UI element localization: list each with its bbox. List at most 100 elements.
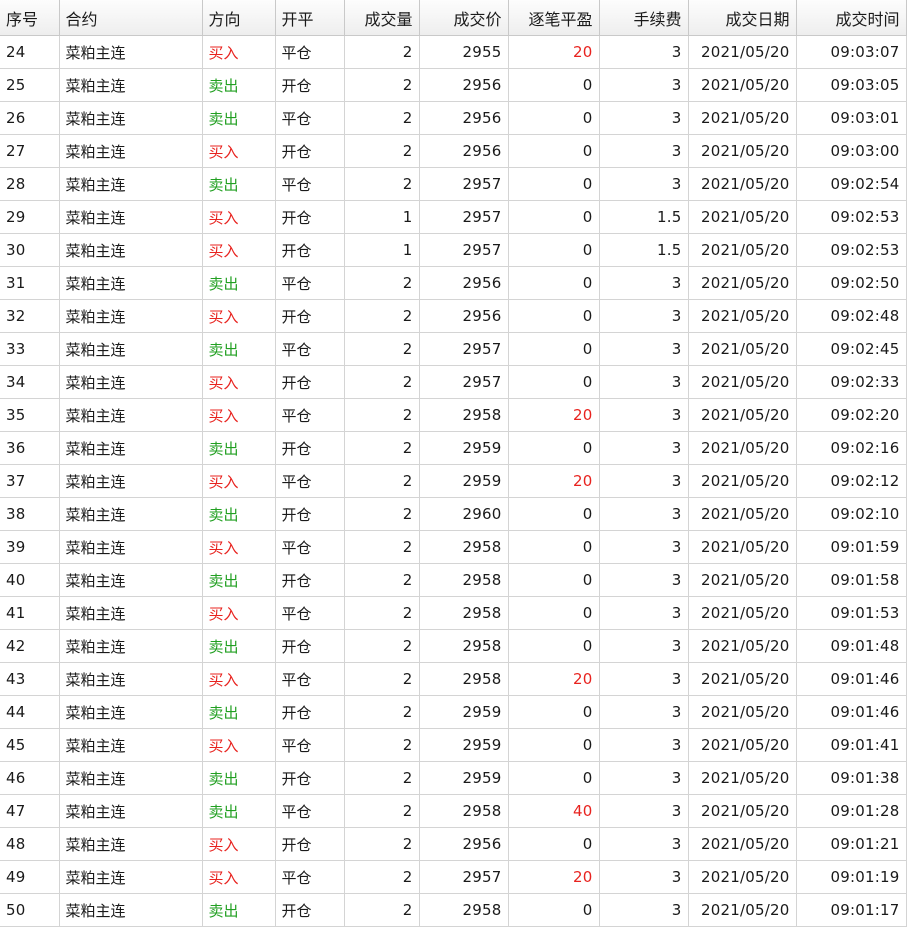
table-row[interactable]: 50 菜粕主连 卖出 开仓 2 2958 0 3 2021/05/20 09:01:17 xyxy=(0,893,907,927)
cell-direction: 卖出 xyxy=(202,497,276,531)
table-row[interactable]: 37 菜粕主连 买入 平仓 2 2959 20 3 2021/05/20 09:02:12 xyxy=(0,464,907,498)
table-row[interactable]: 29 菜粕主连 买入 开仓 1 2957 0 1.5 2021/05/20 09:02:53 xyxy=(0,200,907,234)
table-row[interactable]: 26 菜粕主连 卖出 平仓 2 2956 0 3 2021/05/20 09:03:01 xyxy=(0,101,907,135)
cell-time: 09:02:50 xyxy=(796,266,907,300)
cell-open-close: 开仓 xyxy=(275,299,345,333)
table-row[interactable]: 49 菜粕主连 买入 平仓 2 2957 20 3 2021/05/20 09:01:19 xyxy=(0,860,907,894)
table-row[interactable]: 27 菜粕主连 买入 开仓 2 2956 0 3 2021/05/20 09:03:00 xyxy=(0,134,907,168)
cell-id: 48 xyxy=(0,827,60,861)
column-header-fee[interactable]: 手续费 xyxy=(599,0,689,36)
cell-contract: 菜粕主连 xyxy=(59,365,203,399)
cell-direction: 买入 xyxy=(202,596,276,630)
cell-id: 26 xyxy=(0,101,60,135)
table-row[interactable]: 36 菜粕主连 卖出 开仓 2 2959 0 3 2021/05/20 09:02:16 xyxy=(0,431,907,465)
cell-fee: 3 xyxy=(599,596,689,630)
cell-id: 29 xyxy=(0,200,60,234)
cell-direction: 买入 xyxy=(202,299,276,333)
header-row: 序号 合约 方向 开平 成交量 成交价 逐笔平盈 手续费 成交日期 成交时间 xyxy=(0,0,907,36)
cell-price: 2958 xyxy=(419,530,509,564)
table-row[interactable]: 25 菜粕主连 卖出 开仓 2 2956 0 3 2021/05/20 09:03:05 xyxy=(0,68,907,102)
table-row[interactable]: 47 菜粕主连 卖出 平仓 2 2958 40 3 2021/05/20 09:01:28 xyxy=(0,794,907,828)
table-row[interactable]: 45 菜粕主连 买入 平仓 2 2959 0 3 2021/05/20 09:01:41 xyxy=(0,728,907,762)
cell-fee: 3 xyxy=(599,365,689,399)
column-header-contract[interactable]: 合约 xyxy=(59,0,203,36)
table-row[interactable]: 28 菜粕主连 卖出 平仓 2 2957 0 3 2021/05/20 09:02:54 xyxy=(0,167,907,201)
cell-time: 09:01:28 xyxy=(796,794,907,828)
cell-id: 30 xyxy=(0,233,60,267)
cell-id: 40 xyxy=(0,563,60,597)
cell-open-close: 开仓 xyxy=(275,761,345,795)
cell-time: 09:01:48 xyxy=(796,629,907,663)
cell-volume: 2 xyxy=(344,332,420,366)
column-header-time[interactable]: 成交时间 xyxy=(796,0,907,36)
cell-fee: 3 xyxy=(599,695,689,729)
table-row[interactable]: 42 菜粕主连 卖出 开仓 2 2958 0 3 2021/05/20 09:01:48 xyxy=(0,629,907,663)
cell-date: 2021/05/20 xyxy=(688,794,797,828)
trade-records-grid: 序号 合约 方向 开平 成交量 成交价 逐笔平盈 手续费 成交日期 成交时间 2… xyxy=(0,0,907,932)
cell-open-close: 平仓 xyxy=(275,167,345,201)
column-header-pnl[interactable]: 逐笔平盈 xyxy=(508,0,600,36)
table-row[interactable]: 31 菜粕主连 卖出 平仓 2 2956 0 3 2021/05/20 09:02:50 xyxy=(0,266,907,300)
column-header-date[interactable]: 成交日期 xyxy=(688,0,797,36)
cell-pnl: 0 xyxy=(508,68,600,102)
column-header-price[interactable]: 成交价 xyxy=(419,0,509,36)
cell-time: 09:03:00 xyxy=(796,134,907,168)
cell-price: 2959 xyxy=(419,728,509,762)
table-row[interactable]: 48 菜粕主连 买入 开仓 2 2956 0 3 2021/05/20 09:01:21 xyxy=(0,827,907,861)
table-row[interactable]: 30 菜粕主连 买入 开仓 1 2957 0 1.5 2021/05/20 09:02:53 xyxy=(0,233,907,267)
cell-date: 2021/05/20 xyxy=(688,200,797,234)
cell-id: 46 xyxy=(0,761,60,795)
cell-fee: 3 xyxy=(599,266,689,300)
table-row[interactable]: 39 菜粕主连 买入 平仓 2 2958 0 3 2021/05/20 09:01:59 xyxy=(0,530,907,564)
cell-open-close: 平仓 xyxy=(275,530,345,564)
cell-time: 09:01:38 xyxy=(796,761,907,795)
table-row[interactable]: 33 菜粕主连 卖出 平仓 2 2957 0 3 2021/05/20 09:02:45 xyxy=(0,332,907,366)
table-row[interactable]: 24 菜粕主连 买入 平仓 2 2955 20 3 2021/05/20 09:03:07 xyxy=(0,35,907,69)
table-row[interactable]: 44 菜粕主连 卖出 开仓 2 2959 0 3 2021/05/20 09:01:46 xyxy=(0,695,907,729)
cell-pnl: 0 xyxy=(508,497,600,531)
table-row[interactable]: 40 菜粕主连 卖出 开仓 2 2958 0 3 2021/05/20 09:01:58 xyxy=(0,563,907,597)
cell-pnl: 20 xyxy=(508,35,600,69)
cell-fee: 3 xyxy=(599,431,689,465)
cell-fee: 3 xyxy=(599,893,689,927)
cell-fee: 3 xyxy=(599,629,689,663)
cell-direction: 卖出 xyxy=(202,332,276,366)
cell-contract: 菜粕主连 xyxy=(59,893,203,927)
cell-open-close: 平仓 xyxy=(275,596,345,630)
cell-time: 09:03:07 xyxy=(796,35,907,69)
cell-contract: 菜粕主连 xyxy=(59,101,203,135)
table-row[interactable]: 46 菜粕主连 卖出 开仓 2 2959 0 3 2021/05/20 09:01:38 xyxy=(0,761,907,795)
cell-fee: 3 xyxy=(599,860,689,894)
cell-open-close: 开仓 xyxy=(275,827,345,861)
table-row[interactable]: 32 菜粕主连 买入 开仓 2 2956 0 3 2021/05/20 09:02:48 xyxy=(0,299,907,333)
column-header-volume[interactable]: 成交量 xyxy=(344,0,420,36)
cell-price: 2957 xyxy=(419,332,509,366)
table-row[interactable]: 35 菜粕主连 买入 平仓 2 2958 20 3 2021/05/20 09:02:20 xyxy=(0,398,907,432)
cell-price: 2958 xyxy=(419,662,509,696)
cell-direction: 卖出 xyxy=(202,431,276,465)
cell-date: 2021/05/20 xyxy=(688,827,797,861)
table-row[interactable]: 43 菜粕主连 买入 平仓 2 2958 20 3 2021/05/20 09:01:46 xyxy=(0,662,907,696)
cell-id: 38 xyxy=(0,497,60,531)
column-header-direction[interactable]: 方向 xyxy=(202,0,276,36)
cell-pnl: 0 xyxy=(508,365,600,399)
cell-volume: 1 xyxy=(344,233,420,267)
cell-date: 2021/05/20 xyxy=(688,629,797,663)
cell-date: 2021/05/20 xyxy=(688,728,797,762)
cell-id: 42 xyxy=(0,629,60,663)
column-header-id[interactable]: 序号 xyxy=(0,0,60,36)
cell-contract: 菜粕主连 xyxy=(59,398,203,432)
cell-fee: 3 xyxy=(599,332,689,366)
table-row[interactable]: 34 菜粕主连 买入 开仓 2 2957 0 3 2021/05/20 09:02:33 xyxy=(0,365,907,399)
cell-contract: 菜粕主连 xyxy=(59,167,203,201)
cell-contract: 菜粕主连 xyxy=(59,794,203,828)
column-header-open-close[interactable]: 开平 xyxy=(275,0,345,36)
table-row[interactable]: 38 菜粕主连 卖出 开仓 2 2960 0 3 2021/05/20 09:02:10 xyxy=(0,497,907,531)
cell-fee: 3 xyxy=(599,827,689,861)
cell-date: 2021/05/20 xyxy=(688,398,797,432)
table-row[interactable]: 41 菜粕主连 买入 平仓 2 2958 0 3 2021/05/20 09:01:53 xyxy=(0,596,907,630)
cell-price: 2960 xyxy=(419,497,509,531)
cell-time: 09:01:46 xyxy=(796,695,907,729)
cell-price: 2957 xyxy=(419,860,509,894)
cell-id: 28 xyxy=(0,167,60,201)
